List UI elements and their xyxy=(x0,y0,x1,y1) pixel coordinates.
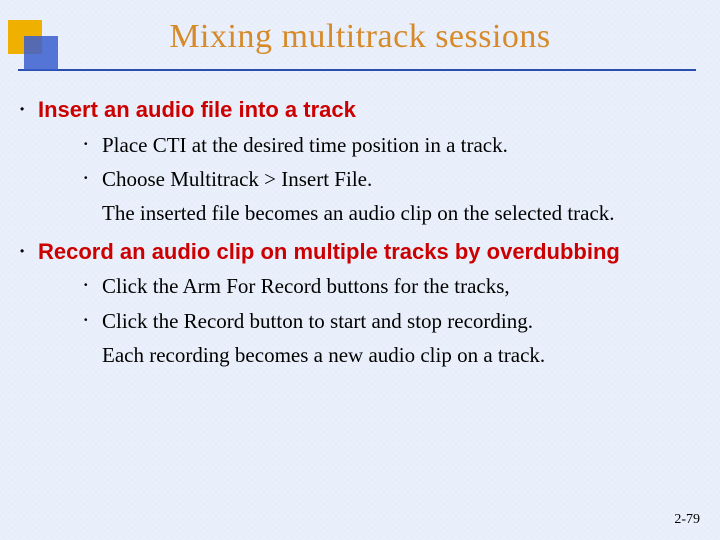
blue-square-icon xyxy=(24,36,58,70)
list-item-text: The inserted file becomes an audio clip … xyxy=(102,201,615,225)
corner-decoration xyxy=(8,20,70,76)
list-item: Each recording becomes a new audio clip … xyxy=(84,341,696,369)
title-area: Mixing multitrack sessions xyxy=(0,18,720,56)
section-2: Record an audio clip on multiple tracks … xyxy=(20,238,696,370)
page-number: 2-79 xyxy=(674,512,700,528)
list-item-text: Place CTI at the desired time position i… xyxy=(102,133,508,157)
section-2-heading: Record an audio clip on multiple tracks … xyxy=(38,238,696,267)
slide-title: Mixing multitrack sessions xyxy=(169,18,550,55)
list-item-text: Click the Record button to start and sto… xyxy=(102,309,533,333)
list-item: The inserted file becomes an audio clip … xyxy=(84,199,696,227)
list-item: Choose Multitrack > Insert File. xyxy=(84,165,696,193)
list-item-text: Choose Multitrack > Insert File. xyxy=(102,167,372,191)
title-underline xyxy=(18,69,696,71)
list-item: Click the Record button to start and sto… xyxy=(84,307,696,335)
list-item-text: Each recording becomes a new audio clip … xyxy=(102,343,545,367)
list-item: Place CTI at the desired time position i… xyxy=(84,131,696,159)
section-1-heading: Insert an audio file into a track xyxy=(38,96,696,125)
list-item-text: Click the Arm For Record buttons for the… xyxy=(102,274,510,298)
content-area: Insert an audio file into a track Place … xyxy=(20,96,696,379)
section-1: Insert an audio file into a track Place … xyxy=(20,96,696,228)
list-item: Click the Arm For Record buttons for the… xyxy=(84,272,696,300)
